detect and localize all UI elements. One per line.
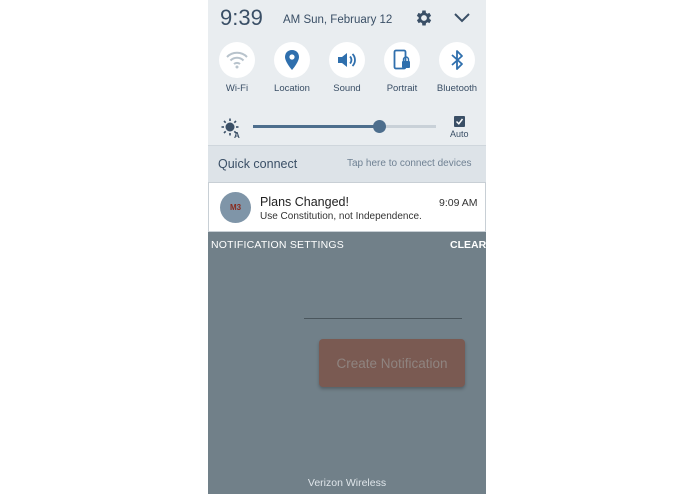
gear-icon[interactable] (414, 8, 434, 28)
status-date: AM Sun, February 12 (283, 14, 393, 26)
tile-sound[interactable]: Sound (317, 42, 377, 94)
check-icon (455, 118, 464, 125)
tile-location-label: Location (274, 83, 310, 94)
brightness-slider-fill (253, 125, 380, 128)
speaker-icon (338, 53, 356, 67)
brightness-slider[interactable] (253, 120, 436, 133)
clear-button[interactable]: CLEAR (450, 239, 486, 251)
create-notification-button[interactable]: Create Notification (319, 339, 465, 387)
tile-location-circle (274, 42, 310, 78)
quick-settings-panel: 9:39 AM Sun, February 12 Wi-Fi Location … (208, 0, 486, 182)
carrier-label: Verizon Wireless (307, 477, 387, 489)
auto-brightness-label: Auto (450, 129, 469, 139)
brightness-icon: A (221, 118, 240, 138)
quick-connect-hint: Tap here to connect devices (347, 158, 472, 169)
notification-card[interactable]: M3 Plans Changed! 9:09 AM Use Constituti… (208, 182, 486, 232)
phone-screen: 9:39 AM Sun, February 12 Wi-Fi Location … (208, 0, 486, 494)
tile-sound-circle (329, 42, 365, 78)
app-input-underline (304, 318, 462, 319)
status-time: 9:39 (220, 5, 263, 30)
bluetooth-icon (451, 50, 463, 70)
tile-portrait[interactable]: Portrait (372, 42, 432, 94)
chevron-down-icon[interactable] (453, 10, 471, 26)
tile-wifi-label: Wi-Fi (225, 83, 249, 94)
notification-time: 9:09 AM (439, 197, 478, 209)
notification-settings-button[interactable]: NOTIFICATION SETTINGS (211, 239, 344, 251)
auto-brightness-checkbox[interactable] (454, 116, 465, 127)
tile-portrait-label: Portrait (386, 83, 418, 94)
tile-wifi[interactable]: Wi-Fi (208, 42, 267, 94)
tile-bluetooth-circle (439, 42, 475, 78)
portrait-lock-icon (393, 49, 410, 70)
notification-title: Plans Changed! (260, 195, 349, 209)
quick-connect-bar[interactable]: Quick connect Tap here to connect device… (208, 145, 486, 182)
quick-tiles: Wi-Fi Location Sound Portrait Bluetooth (208, 42, 486, 98)
location-pin-icon (285, 50, 299, 70)
tile-sound-label: Sound (333, 83, 361, 94)
tile-wifi-circle (219, 42, 255, 78)
notification-app-icon-text: M3 (229, 203, 242, 212)
brightness-slider-thumb[interactable] (373, 120, 387, 133)
tile-location[interactable]: Location (262, 42, 322, 94)
wifi-icon (226, 51, 248, 69)
tile-bluetooth[interactable]: Bluetooth (427, 42, 486, 94)
notification-text: Use Constitution, not Independence. (260, 211, 422, 222)
quick-connect-title: Quick connect (218, 157, 298, 171)
tile-portrait-circle (384, 42, 420, 78)
notification-app-icon: M3 (220, 192, 251, 223)
svg-text:A: A (234, 131, 240, 138)
tile-bluetooth-label: Bluetooth (436, 83, 478, 94)
